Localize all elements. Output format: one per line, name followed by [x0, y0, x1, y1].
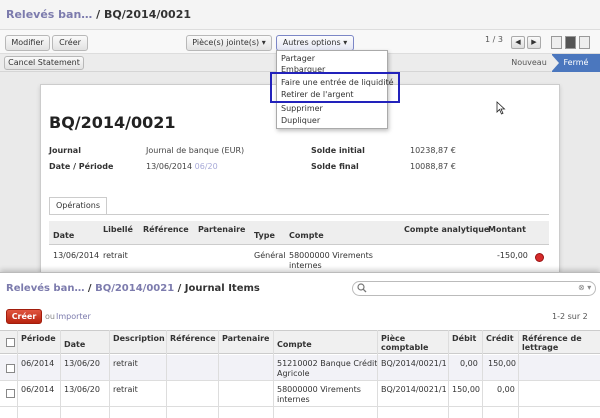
- row-journal-entry: BQ/2014/0021/1: [381, 359, 447, 368]
- search-options-icon[interactable]: ⊗ ▾: [578, 283, 591, 292]
- breadcrumb-current: BQ/2014/0021: [104, 8, 192, 21]
- row-debit: 0,00: [460, 359, 478, 368]
- row-checkbox[interactable]: [6, 364, 15, 373]
- or-text: ou: [45, 312, 55, 321]
- menu-item-share[interactable]: Partager: [281, 54, 315, 63]
- breadcrumb-parent-link[interactable]: Relevés ban…: [6, 8, 92, 21]
- operation-account[interactable]: 58000000 Virements: [289, 251, 373, 260]
- menu-item-delete[interactable]: Supprimer: [281, 104, 323, 113]
- row-account: 51210002 Banque Crédit: [277, 359, 378, 368]
- popup-breadcrumb: Relevés ban… / BQ/2014/0021 / Journal It…: [6, 283, 260, 294]
- column-divider: [448, 330, 449, 418]
- starting-balance-label: Solde initial: [311, 146, 365, 155]
- operations-col-partner[interactable]: Partenaire: [198, 225, 245, 234]
- column-divider: [377, 330, 378, 418]
- row-date: 13/06/20: [64, 385, 100, 394]
- popup-breadcrumb-current: Journal Items: [184, 283, 260, 294]
- col-account[interactable]: Compte: [277, 340, 312, 349]
- operation-label[interactable]: retrait: [103, 251, 128, 260]
- starting-balance-value: 10238,87 €: [410, 146, 456, 155]
- pager-prev-button[interactable]: ◀: [511, 36, 525, 49]
- col-description[interactable]: Description: [113, 334, 165, 343]
- more-options-dropdown[interactable]: Autres options ▾: [276, 35, 354, 51]
- column-divider: [482, 330, 483, 418]
- attachments-dropdown[interactable]: Pièce(s) jointe(s) ▾: [186, 35, 272, 51]
- col-journal-entry[interactable]: Pièce comptable: [381, 334, 428, 352]
- operations-col-reference[interactable]: Référence: [143, 225, 189, 234]
- state-closed[interactable]: Fermé: [551, 54, 600, 72]
- ending-balance-value: 10088,87 €: [410, 162, 456, 171]
- date-period-label: Date / Période: [49, 162, 114, 171]
- mouse-cursor-icon: [496, 101, 506, 115]
- cancel-statement-button[interactable]: Cancel Statement: [4, 56, 84, 70]
- tab-divider: [49, 214, 549, 215]
- column-divider: [166, 330, 167, 418]
- state-new[interactable]: Nouveau: [505, 56, 553, 70]
- operations-col-label[interactable]: Libellé: [103, 225, 133, 234]
- row-account: 58000000 Virements: [277, 385, 361, 394]
- statement-title: BQ/2014/0021: [49, 113, 176, 132]
- edit-button[interactable]: Modifier: [5, 35, 50, 51]
- row-description: retrait: [113, 359, 138, 368]
- operations-col-amount[interactable]: Montant: [488, 225, 526, 234]
- col-reconcile-ref[interactable]: Référence de lettrage: [522, 334, 582, 352]
- create-journal-item-button[interactable]: Créer: [6, 309, 42, 324]
- operation-status-dot-icon[interactable]: [535, 253, 544, 262]
- create-button[interactable]: Créer: [52, 35, 88, 51]
- column-divider: [273, 330, 274, 418]
- row-date: 13/06/20: [64, 359, 100, 368]
- column-divider: [17, 330, 18, 418]
- list-view-icon[interactable]: [551, 36, 562, 49]
- calendar-view-icon[interactable]: [579, 36, 590, 49]
- popup-pager: 1-2 sur 2: [552, 312, 588, 321]
- popup-breadcrumb-parent-link[interactable]: Relevés ban…: [6, 283, 84, 294]
- row-description: retrait: [113, 385, 138, 394]
- col-debit[interactable]: Débit: [452, 334, 476, 343]
- search-icon: [357, 283, 367, 293]
- operation-type[interactable]: Général: [254, 251, 286, 260]
- pager-next-button[interactable]: ▶: [527, 36, 541, 49]
- col-reference[interactable]: Référence: [170, 334, 216, 343]
- operations-col-date[interactable]: Date: [53, 231, 74, 240]
- operations-col-analytic[interactable]: Compte analytique: [404, 225, 489, 234]
- operation-date[interactable]: 13/06/2014: [53, 251, 99, 260]
- date-period-value[interactable]: 13/06/2014 06/20: [146, 162, 218, 171]
- journal-value[interactable]: Journal de banque (EUR): [146, 146, 244, 155]
- pager-counter: 1 / 3: [485, 35, 503, 44]
- row-checkbox[interactable]: [6, 389, 15, 398]
- ending-balance-label: Solde final: [311, 162, 359, 171]
- menu-item-duplicate[interactable]: Dupliquer: [281, 116, 320, 125]
- col-credit[interactable]: Crédit: [486, 334, 514, 343]
- journal-label: Journal: [49, 146, 81, 155]
- row-credit: 0,00: [497, 385, 515, 394]
- column-divider: [518, 330, 519, 418]
- tab-operations[interactable]: Opérations: [49, 197, 107, 215]
- column-divider: [60, 330, 61, 418]
- search-input[interactable]: [352, 281, 596, 296]
- operations-col-account[interactable]: Compte: [289, 231, 324, 240]
- col-partner[interactable]: Partenaire: [222, 334, 269, 343]
- row-journal-entry: BQ/2014/0021/1: [381, 385, 447, 394]
- row-period: 06/2014: [21, 385, 55, 394]
- column-divider: [109, 330, 110, 418]
- form-view-icon[interactable]: [565, 36, 576, 49]
- select-all-checkbox[interactable]: [6, 338, 15, 347]
- row-account-2: internes: [277, 395, 310, 404]
- operation-amount[interactable]: -150,00: [497, 251, 528, 260]
- breadcrumb: Relevés ban… / BQ/2014/0021: [6, 8, 192, 21]
- column-divider: [218, 330, 219, 418]
- operation-account-2[interactable]: internes: [289, 261, 322, 270]
- highlight-box: [270, 72, 400, 103]
- row-period: 06/2014: [21, 359, 55, 368]
- import-link[interactable]: Importer: [56, 312, 91, 321]
- row-account-2: Agricole: [277, 369, 310, 378]
- col-period[interactable]: Période: [21, 334, 56, 343]
- operations-col-type[interactable]: Type: [254, 231, 275, 240]
- row-debit: 150,00: [452, 385, 480, 394]
- popup-breadcrumb-statement-link[interactable]: BQ/2014/0021: [95, 283, 174, 294]
- row-credit: 150,00: [488, 359, 516, 368]
- col-date[interactable]: Date: [64, 340, 85, 349]
